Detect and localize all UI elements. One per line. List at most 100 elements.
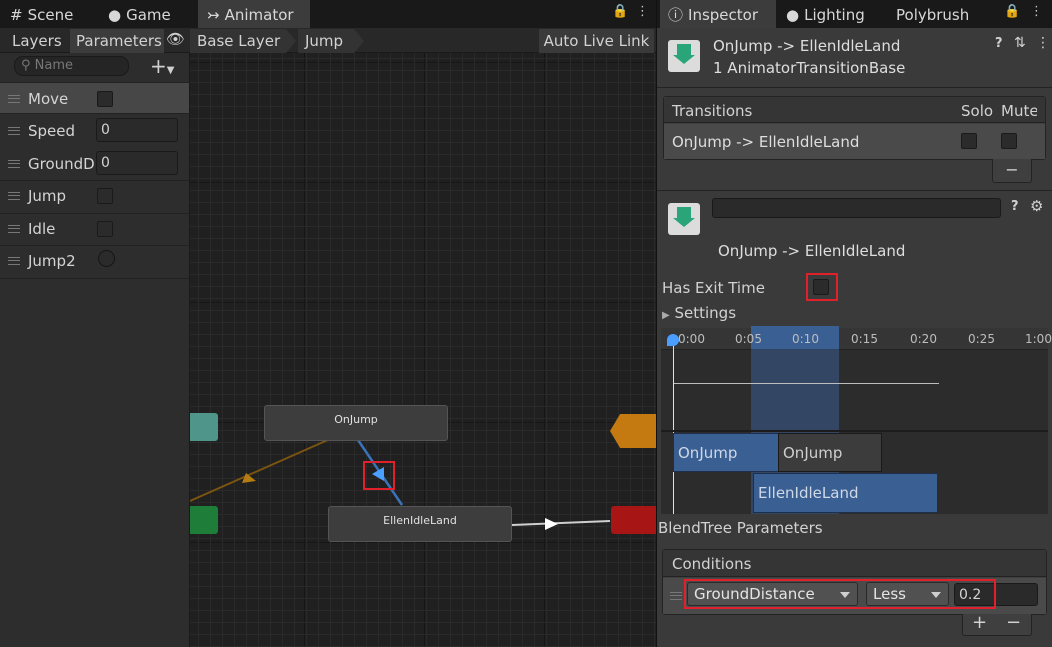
breadcrumb-chevron-2 [354, 29, 364, 53]
tab-scene[interactable]: # Scene [10, 0, 100, 28]
transitions-label: Transitions [672, 102, 753, 120]
auto-live-link-button[interactable]: Auto Live Link [539, 29, 654, 53]
breadcrumb-sub[interactable]: Jump [298, 29, 354, 53]
breadcrumb-chevron [286, 29, 296, 53]
param-bool-checkbox[interactable] [97, 91, 113, 107]
tab-parameters[interactable]: Parameters [70, 29, 164, 53]
timeline-tick: 0:05 [735, 332, 762, 346]
drag-handle-icon[interactable] [8, 95, 20, 103]
timeline-tick: 0:20 [910, 332, 937, 346]
mute-label: Mute [1001, 102, 1037, 120]
timeline-curve [674, 383, 939, 384]
add-condition-button[interactable]: + [972, 612, 987, 633]
highlight-has-exit-time [806, 273, 838, 301]
solo-label: Solo [961, 102, 994, 120]
transition-row-label: OnJump -> EllenIdleLand [672, 133, 860, 151]
add-parameter-button[interactable]: +▼ [150, 54, 174, 78]
timeline-tick: 0:10 [792, 332, 819, 346]
highlight-transition [363, 461, 395, 490]
search-icon: ⚲ [21, 58, 31, 73]
solo-checkbox[interactable] [961, 133, 977, 149]
param-bool-checkbox[interactable] [97, 188, 113, 204]
drag-handle-icon[interactable] [670, 592, 682, 600]
gamepad-icon: ● [108, 6, 122, 24]
param-name: Idle [28, 220, 56, 238]
param-float-field[interactable]: 0 [96, 151, 178, 175]
state-node-green[interactable] [190, 506, 218, 534]
source-clip-bar-loop[interactable]: OnJump [778, 433, 882, 472]
gear-icon[interactable]: ⚙ [1030, 197, 1043, 215]
settings-foldout[interactable]: ▶ Settings [662, 304, 736, 322]
transition-icon [668, 40, 700, 72]
source-clip-bar[interactable]: OnJump [673, 433, 779, 472]
tab-layers[interactable]: Layers [6, 29, 68, 53]
triangle-right-icon: ▶ [662, 310, 670, 321]
timeline-playhead-marker[interactable] [667, 334, 679, 346]
highlight-condition [684, 579, 996, 609]
timeline-track-divider [661, 430, 1048, 432]
timeline-tick: 0:25 [968, 332, 995, 346]
blendtree-parameters-label: BlendTree Parameters [658, 519, 823, 537]
param-name: Jump2 [28, 252, 76, 270]
kebab-menu-icon[interactable]: ⋮ [1036, 35, 1050, 51]
animator-icon: ↣ [207, 6, 220, 24]
drag-handle-icon[interactable] [8, 192, 20, 200]
tab-inspector[interactable]: ⓘ Inspector [660, 0, 776, 28]
param-float-field[interactable]: 0 [96, 118, 178, 142]
has-exit-time-label: Has Exit Time [662, 279, 765, 297]
presets-icon[interactable]: ⇅ [1014, 35, 1026, 51]
divider [0, 245, 189, 246]
state-node-ellenidleland[interactable]: EllenIdleLand [328, 506, 512, 542]
conditions-label: Conditions [672, 555, 752, 573]
lock-icon[interactable]: 🔒 [1004, 4, 1020, 19]
divider [657, 190, 1052, 191]
param-name: Move [28, 90, 69, 108]
drag-handle-icon[interactable] [8, 127, 20, 135]
state-node-onjump[interactable]: OnJump [264, 405, 448, 441]
help-icon[interactable]: ? [1011, 199, 1019, 214]
inspector-subtitle: 1 AnimatorTransitionBase [713, 59, 906, 77]
param-bool-checkbox[interactable] [97, 221, 113, 237]
param-name: Speed [28, 122, 76, 140]
transition-arrow-white [545, 518, 558, 530]
drag-handle-icon[interactable] [8, 225, 20, 233]
tab-polybrush[interactable]: Polybrush [896, 0, 986, 28]
kebab-menu-icon[interactable]: ⋮ [1030, 4, 1043, 19]
info-icon: ⓘ [668, 6, 684, 24]
state-node-teal[interactable] [190, 413, 218, 441]
divider [0, 213, 189, 214]
mute-checkbox[interactable] [1001, 133, 1017, 149]
breadcrumb-base[interactable]: Base Layer [190, 29, 286, 53]
eye-icon[interactable]: 👁 [166, 30, 185, 48]
transition-lines [190, 438, 611, 530]
transition-icon [668, 203, 700, 235]
transition-name-field[interactable] [712, 198, 1001, 218]
remove-transition-button[interactable]: − [992, 159, 1032, 183]
parameters-panel [0, 53, 190, 647]
param-name: Jump [28, 187, 67, 205]
drag-handle-icon[interactable] [8, 257, 20, 265]
tab-game[interactable]: ● Game [108, 0, 188, 28]
chevron-down-icon: ▼ [166, 65, 175, 76]
lock-icon[interactable]: 🔒 [612, 4, 628, 19]
destination-clip-bar[interactable]: EllenIdleLand [753, 473, 938, 513]
parameter-search[interactable]: ⚲ Name [14, 56, 129, 76]
param-name: GroundDi [28, 155, 94, 173]
help-icon[interactable]: ? [995, 36, 1003, 51]
tab-lighting[interactable]: ● Lighting [786, 0, 886, 28]
transition-line-white [511, 520, 611, 526]
remove-condition-button[interactable]: − [1006, 612, 1021, 633]
lightbulb-icon: ● [786, 6, 800, 24]
tab-animator[interactable]: ↣ Animator [198, 0, 310, 28]
timeline-tick: 1:00 [1025, 332, 1052, 346]
divider [0, 180, 189, 181]
state-node-red[interactable] [611, 506, 656, 534]
grid-icon: # [10, 6, 23, 24]
transition-name: OnJump -> EllenIdleLand [718, 242, 906, 260]
drag-handle-icon[interactable] [8, 160, 20, 168]
divider [657, 87, 1052, 88]
param-trigger-radio[interactable] [98, 250, 115, 267]
inspector-title: OnJump -> EllenIdleLand [713, 37, 901, 55]
kebab-menu-icon[interactable]: ⋮ [636, 4, 649, 19]
timeline-tick: 0:15 [851, 332, 878, 346]
